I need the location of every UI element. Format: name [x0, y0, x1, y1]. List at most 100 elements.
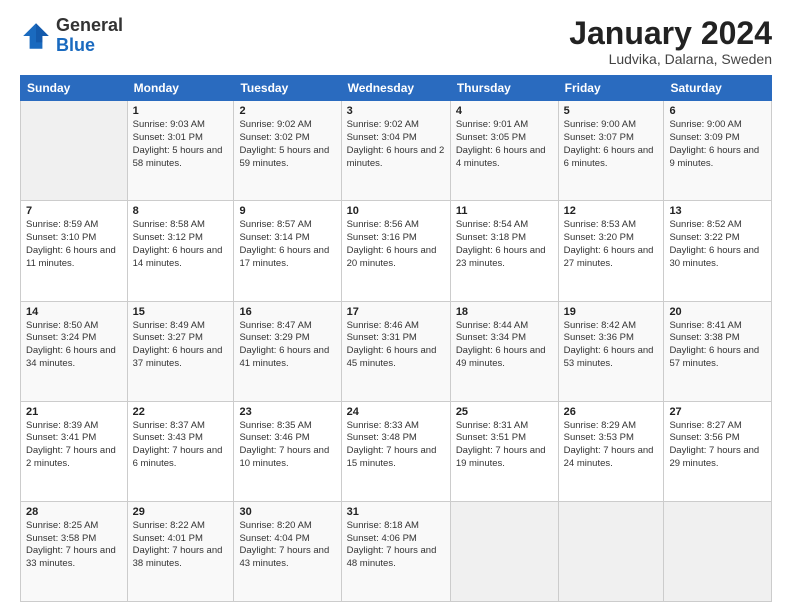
day-number: 4 — [456, 105, 553, 117]
day-cell: 22 Sunrise: 8:37 AM Sunset: 3:43 PM Dayli… — [127, 401, 234, 501]
day-number: 16 — [239, 306, 335, 318]
day-info: Sunrise: 9:02 AM Sunset: 3:04 PM Dayligh… — [347, 119, 445, 170]
weekday-header-row: SundayMondayTuesdayWednesdayThursdayFrid… — [21, 76, 772, 101]
week-row-3: 14 Sunrise: 8:50 AM Sunset: 3:24 PM Dayli… — [21, 301, 772, 401]
day-number: 17 — [347, 306, 445, 318]
day-info: Sunrise: 9:00 AM Sunset: 3:07 PM Dayligh… — [564, 119, 659, 170]
day-number: 6 — [669, 105, 766, 117]
weekday-header-saturday: Saturday — [664, 76, 772, 101]
day-info: Sunrise: 9:01 AM Sunset: 3:05 PM Dayligh… — [456, 119, 553, 170]
day-info: Sunrise: 8:53 AM Sunset: 3:20 PM Dayligh… — [564, 219, 659, 270]
day-info: Sunrise: 8:22 AM Sunset: 4:01 PM Dayligh… — [133, 520, 229, 571]
day-info: Sunrise: 8:44 AM Sunset: 3:34 PM Dayligh… — [456, 320, 553, 371]
day-cell: 17 Sunrise: 8:46 AM Sunset: 3:31 PM Dayli… — [341, 301, 450, 401]
day-number: 24 — [347, 406, 445, 418]
weekday-header-monday: Monday — [127, 76, 234, 101]
calendar-table: SundayMondayTuesdayWednesdayThursdayFrid… — [20, 75, 772, 602]
day-number: 22 — [133, 406, 229, 418]
day-number: 5 — [564, 105, 659, 117]
day-info: Sunrise: 8:50 AM Sunset: 3:24 PM Dayligh… — [26, 320, 122, 371]
calendar-page: General Blue January 2024 Ludvika, Dalar… — [0, 0, 792, 612]
week-row-1: 1Sunrise: 9:03 AM Sunset: 3:01 PM Daylig… — [21, 101, 772, 201]
day-number: 7 — [26, 205, 122, 217]
logo-icon — [20, 20, 52, 52]
day-cell: 6 Sunrise: 9:00 AM Sunset: 3:09 PM Daylig… — [664, 101, 772, 201]
day-info: Sunrise: 8:37 AM Sunset: 3:43 PM Dayligh… — [133, 420, 229, 471]
day-cell: 16 Sunrise: 8:47 AM Sunset: 3:29 PM Dayli… — [234, 301, 341, 401]
day-cell: 23 Sunrise: 8:35 AM Sunset: 3:46 PM Dayli… — [234, 401, 341, 501]
day-info: Sunrise: 8:58 AM Sunset: 3:12 PM Dayligh… — [133, 219, 229, 270]
logo-blue: Blue — [56, 35, 95, 55]
day-info: Sunrise: 8:27 AM Sunset: 3:56 PM Dayligh… — [669, 420, 766, 471]
day-number: 31 — [347, 506, 445, 518]
month-title: January 2024 — [569, 16, 772, 51]
day-cell: 29 Sunrise: 8:22 AM Sunset: 4:01 PM Dayli… — [127, 501, 234, 601]
day-cell: 5 Sunrise: 9:00 AM Sunset: 3:07 PM Daylig… — [558, 101, 664, 201]
header: General Blue January 2024 Ludvika, Dalar… — [20, 16, 772, 67]
day-cell: 30 Sunrise: 8:20 AM Sunset: 4:04 PM Dayli… — [234, 501, 341, 601]
day-cell: 24Sunrise: 8:33 AM Sunset: 3:48 PM Dayli… — [341, 401, 450, 501]
day-info: Sunrise: 8:31 AM Sunset: 3:51 PM Dayligh… — [456, 420, 553, 471]
day-number: 21 — [26, 406, 122, 418]
weekday-header-tuesday: Tuesday — [234, 76, 341, 101]
day-info: Sunrise: 8:49 AM Sunset: 3:27 PM Dayligh… — [133, 320, 229, 371]
day-number: 8 — [133, 205, 229, 217]
day-cell: 25Sunrise: 8:31 AM Sunset: 3:51 PM Dayli… — [450, 401, 558, 501]
day-number: 23 — [239, 406, 335, 418]
logo: General Blue — [20, 16, 123, 56]
day-cell: 8 Sunrise: 8:58 AM Sunset: 3:12 PM Daylig… — [127, 201, 234, 301]
title-block: January 2024 Ludvika, Dalarna, Sweden — [569, 16, 772, 67]
day-info: Sunrise: 8:35 AM Sunset: 3:46 PM Dayligh… — [239, 420, 335, 471]
day-cell: 28Sunrise: 8:25 AM Sunset: 3:58 PM Dayli… — [21, 501, 128, 601]
day-number: 11 — [456, 205, 553, 217]
day-cell: 15 Sunrise: 8:49 AM Sunset: 3:27 PM Dayli… — [127, 301, 234, 401]
day-info: Sunrise: 9:00 AM Sunset: 3:09 PM Dayligh… — [669, 119, 766, 170]
day-number: 29 — [133, 506, 229, 518]
day-number: 14 — [26, 306, 122, 318]
day-cell: 31Sunrise: 8:18 AM Sunset: 4:06 PM Dayli… — [341, 501, 450, 601]
day-info: Sunrise: 8:42 AM Sunset: 3:36 PM Dayligh… — [564, 320, 659, 371]
day-info: Sunrise: 8:46 AM Sunset: 3:31 PM Dayligh… — [347, 320, 445, 371]
day-info: Sunrise: 8:41 AM Sunset: 3:38 PM Dayligh… — [669, 320, 766, 371]
logo-general: General — [56, 15, 123, 35]
location: Ludvika, Dalarna, Sweden — [569, 51, 772, 67]
day-info: Sunrise: 8:59 AM Sunset: 3:10 PM Dayligh… — [26, 219, 122, 270]
day-cell: 7 Sunrise: 8:59 AM Sunset: 3:10 PM Daylig… — [21, 201, 128, 301]
day-number: 27 — [669, 406, 766, 418]
logo-text: General Blue — [56, 16, 123, 56]
day-cell: 20Sunrise: 8:41 AM Sunset: 3:38 PM Dayli… — [664, 301, 772, 401]
day-info: Sunrise: 8:57 AM Sunset: 3:14 PM Dayligh… — [239, 219, 335, 270]
day-info: Sunrise: 8:39 AM Sunset: 3:41 PM Dayligh… — [26, 420, 122, 471]
day-number: 12 — [564, 205, 659, 217]
day-number: 15 — [133, 306, 229, 318]
day-cell — [558, 501, 664, 601]
day-cell — [450, 501, 558, 601]
day-cell — [664, 501, 772, 601]
day-number: 19 — [564, 306, 659, 318]
day-number: 9 — [239, 205, 335, 217]
day-cell: 1Sunrise: 9:03 AM Sunset: 3:01 PM Daylig… — [127, 101, 234, 201]
day-cell: 18 Sunrise: 8:44 AM Sunset: 3:34 PM Dayli… — [450, 301, 558, 401]
day-info: Sunrise: 9:02 AM Sunset: 3:02 PM Dayligh… — [239, 119, 335, 170]
weekday-header-thursday: Thursday — [450, 76, 558, 101]
day-number: 10 — [347, 205, 445, 217]
day-cell: 14 Sunrise: 8:50 AM Sunset: 3:24 PM Dayli… — [21, 301, 128, 401]
day-info: Sunrise: 8:29 AM Sunset: 3:53 PM Dayligh… — [564, 420, 659, 471]
day-cell: 10Sunrise: 8:56 AM Sunset: 3:16 PM Dayli… — [341, 201, 450, 301]
day-cell: 19 Sunrise: 8:42 AM Sunset: 3:36 PM Dayli… — [558, 301, 664, 401]
day-number: 18 — [456, 306, 553, 318]
day-number: 13 — [669, 205, 766, 217]
day-cell: 13Sunrise: 8:52 AM Sunset: 3:22 PM Dayli… — [664, 201, 772, 301]
weekday-header-sunday: Sunday — [21, 76, 128, 101]
day-info: Sunrise: 8:20 AM Sunset: 4:04 PM Dayligh… — [239, 520, 335, 571]
day-cell: 2 Sunrise: 9:02 AM Sunset: 3:02 PM Daylig… — [234, 101, 341, 201]
day-cell: 3 Sunrise: 9:02 AM Sunset: 3:04 PM Daylig… — [341, 101, 450, 201]
day-cell: 26Sunrise: 8:29 AM Sunset: 3:53 PM Dayli… — [558, 401, 664, 501]
weekday-header-friday: Friday — [558, 76, 664, 101]
day-info: Sunrise: 8:47 AM Sunset: 3:29 PM Dayligh… — [239, 320, 335, 371]
day-number: 3 — [347, 105, 445, 117]
day-number: 30 — [239, 506, 335, 518]
day-cell: 4 Sunrise: 9:01 AM Sunset: 3:05 PM Daylig… — [450, 101, 558, 201]
day-cell: 27 Sunrise: 8:27 AM Sunset: 3:56 PM Dayli… — [664, 401, 772, 501]
day-number: 2 — [239, 105, 335, 117]
